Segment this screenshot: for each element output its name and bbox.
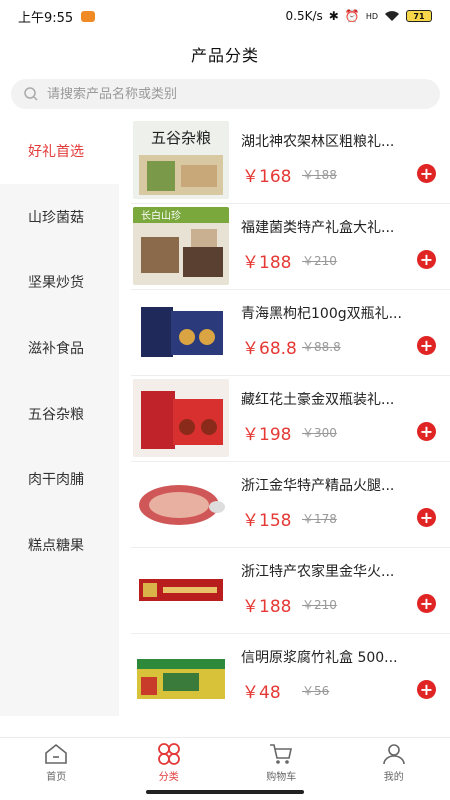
sidebar-item-grains[interactable]: 五谷杂粮: [0, 381, 119, 447]
product-price: ￥198: [242, 425, 292, 445]
add-to-cart-button[interactable]: +: [417, 508, 436, 527]
product-item[interactable]: 五谷杂粮 湖北神农架林区粗粮礼... ￥168 ￥188 +: [131, 118, 450, 204]
sidebar-item-sweets[interactable]: 糕点糖果: [0, 512, 119, 578]
alarm-icon: ⏰: [344, 9, 360, 23]
bottom-tab-bar: 首页 分类 购物车 我的: [0, 737, 450, 787]
tab-label: 首页: [46, 772, 67, 783]
tab-label: 分类: [158, 772, 179, 783]
sidebar-item-label: 五谷杂粮: [28, 406, 84, 423]
product-price: ￥188: [242, 597, 292, 617]
page-title: 产品分类: [190, 46, 259, 65]
product-list: 五谷杂粮 湖北神农架林区粗粮礼... ￥168 ￥188 + 长白山珍 福建菌类…: [119, 118, 450, 716]
product-image: 长白山珍: [133, 207, 229, 285]
profile-icon: [382, 744, 405, 765]
product-image: [133, 637, 229, 715]
add-to-cart-button[interactable]: +: [417, 422, 436, 441]
product-original-price: ￥178: [302, 512, 337, 526]
add-to-cart-button[interactable]: +: [417, 680, 436, 699]
search-icon: [24, 87, 38, 101]
sidebar-item-label: 山珍菌菇: [28, 209, 84, 226]
sidebar-item-label: 肉干肉脯: [28, 472, 84, 489]
sidebar-item-label: 坚果炒货: [28, 275, 84, 292]
sidebar-item-mushrooms[interactable]: 山珍菌菇: [0, 184, 119, 250]
product-title: 藏红花土豪金双瓶装礼...: [241, 392, 395, 408]
product-title: 青海黑枸杞100g双瓶礼...: [241, 306, 402, 322]
home-icon: [45, 743, 68, 764]
product-title: 福建菌类特产礼盒大礼...: [241, 220, 395, 236]
category-sidebar: 好礼首选 山珍菌菇 坚果炒货 滋补食品 五谷杂粮 肉干肉脯 糕点糖果: [0, 118, 119, 716]
product-original-price: ￥210: [302, 598, 337, 612]
product-price: ￥68.8: [242, 339, 297, 359]
product-original-price: ￥88.8: [302, 340, 341, 354]
sidebar-item-label: 糕点糖果: [28, 537, 84, 554]
product-price: ￥158: [242, 511, 292, 531]
cart-icon: [270, 744, 293, 764]
tab-label: 购物车: [266, 772, 297, 783]
product-image: [133, 465, 229, 543]
product-item[interactable]: 青海黑枸杞100g双瓶礼... ￥68.8 ￥88.8 +: [131, 290, 450, 376]
wifi-icon: [385, 11, 399, 21]
product-original-price: ￥188: [302, 168, 337, 182]
product-price: ￥188: [242, 253, 292, 273]
thumb-text: 长白山珍: [141, 209, 181, 222]
product-original-price: ￥56: [302, 684, 330, 698]
product-price: ￥168: [242, 167, 292, 187]
product-price: ￥48: [242, 683, 281, 703]
product-item[interactable]: 信明原浆腐竹礼盒 500... ￥48 ￥56 +: [131, 634, 450, 716]
sidebar-item-label: 滋补食品: [28, 340, 84, 357]
product-item[interactable]: 浙江金华特产精品火腿... ￥158 ￥178 +: [131, 462, 450, 548]
category-icon: [157, 743, 180, 765]
home-indicator: [146, 790, 304, 794]
status-time: 上午9:55: [18, 10, 74, 26]
status-indicators: 0.5K/s ✱ ⏰ HD 71: [286, 9, 432, 23]
product-image: 五谷杂粮: [133, 121, 229, 199]
add-to-cart-button[interactable]: +: [417, 164, 436, 183]
product-item[interactable]: 浙江特产农家里金华火... ￥188 ￥210 +: [131, 548, 450, 634]
sidebar-item-jerky[interactable]: 肉干肉脯: [0, 446, 119, 512]
product-title: 浙江特产农家里金华火...: [241, 564, 395, 580]
tab-cart[interactable]: 购物车: [225, 738, 338, 787]
product-image: [133, 551, 229, 629]
tab-label: 我的: [383, 772, 404, 783]
product-title: 信明原浆腐竹礼盒 500...: [241, 650, 398, 666]
product-image: [133, 379, 229, 457]
sidebar-item-nuts[interactable]: 坚果炒货: [0, 249, 119, 315]
product-item[interactable]: 藏红花土豪金双瓶装礼... ￥198 ￥300 +: [131, 376, 450, 462]
product-title: 浙江金华特产精品火腿...: [241, 478, 395, 494]
product-original-price: ￥300: [302, 426, 337, 440]
battery-icon: 71: [406, 10, 432, 22]
notification-icon: [81, 10, 96, 22]
search-bar[interactable]: [11, 79, 440, 109]
search-input[interactable]: [47, 86, 407, 102]
tab-home[interactable]: 首页: [0, 738, 113, 787]
tab-category[interactable]: 分类: [113, 738, 226, 787]
tab-profile[interactable]: 我的: [338, 738, 450, 787]
add-to-cart-button[interactable]: +: [417, 336, 436, 355]
status-bar: 上午9:55 0.5K/s ✱ ⏰ HD 71: [0, 0, 450, 32]
add-to-cart-button[interactable]: +: [417, 250, 436, 269]
product-image: [133, 293, 229, 371]
header: 产品分类: [0, 32, 450, 76]
product-title: 湖北神农架林区粗粮礼...: [241, 134, 395, 150]
network-speed: 0.5K/s: [285, 9, 323, 23]
product-original-price: ￥210: [302, 254, 337, 268]
network-type: HD: [365, 11, 378, 21]
add-to-cart-button[interactable]: +: [417, 594, 436, 613]
sidebar-item-gifts[interactable]: 好礼首选: [0, 118, 119, 184]
sidebar-item-tonics[interactable]: 滋补食品: [0, 315, 119, 381]
bluetooth-icon: ✱: [328, 9, 339, 23]
thumb-text: 五谷杂粮: [151, 129, 211, 147]
sidebar-item-label: 好礼首选: [28, 143, 84, 160]
product-item[interactable]: 长白山珍 福建菌类特产礼盒大礼... ￥188 ￥210 +: [131, 204, 450, 290]
